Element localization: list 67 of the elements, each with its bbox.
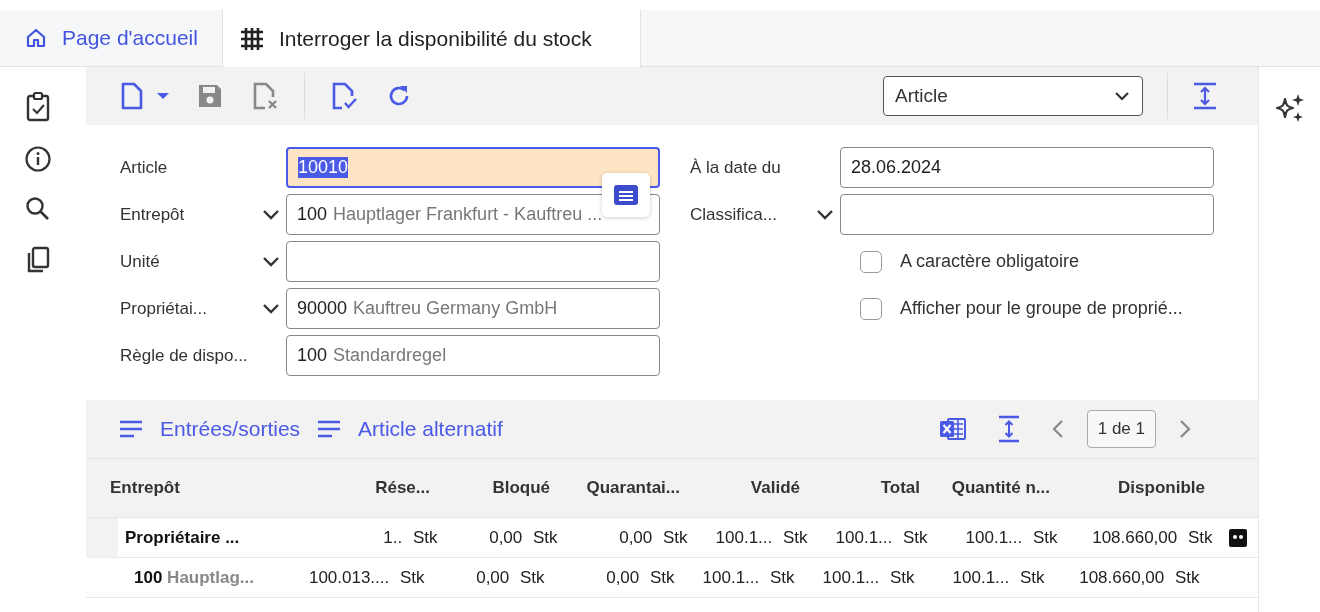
input-field[interactable]: 90000 Kauftreu Germany GmbH (286, 288, 660, 329)
column-header[interactable]: Quantité n... (951, 478, 1050, 497)
field-label: Entrepôt (120, 204, 186, 225)
table-cell-text: 100.1... Stk (822, 567, 916, 588)
clipboard-icon[interactable] (24, 91, 52, 123)
checkbox-label[interactable]: Afficher pour le groupe de proprié... (900, 298, 1183, 319)
column-header[interactable]: Total (880, 478, 920, 497)
lines-icon (316, 419, 343, 439)
field-label: À la date du (690, 157, 782, 178)
menu-link[interactable]: Entrées/sorties (118, 417, 301, 441)
table-cell-text: 1.. Stk (383, 527, 439, 548)
field-label: Règle de dispo... (120, 345, 249, 366)
info-icon[interactable] (24, 145, 52, 173)
table-cell-text: 100.1... Stk (965, 527, 1059, 548)
field-label: Classifica... (690, 204, 778, 225)
tab[interactable]: Interroger la disponibilité du stock (222, 10, 641, 67)
input-field[interactable] (840, 194, 1214, 235)
chevron-down-icon[interactable] (262, 302, 280, 315)
column-header[interactable]: Quarantai... (586, 478, 680, 497)
chevron-down-icon[interactable] (816, 208, 834, 221)
home-icon (24, 26, 48, 50)
input-field[interactable]: 10010 (286, 147, 660, 188)
column-header[interactable]: Rése... (375, 478, 430, 497)
column-header[interactable]: Validé (750, 478, 800, 497)
menu-link[interactable]: Article alternatif (316, 417, 503, 441)
grid-icon (238, 25, 265, 52)
view-select[interactable]: Article (883, 76, 1143, 116)
table-cell-text: 0,00 Stk (476, 567, 546, 588)
input-field[interactable]: 100 Hauptlager Frankfurt - Kauftreu ... (286, 194, 660, 235)
table-cell-text: 108.660,00 Stk (1092, 527, 1214, 548)
table-cell: Propriétaire ... (125, 527, 240, 548)
caret-icon[interactable] (156, 91, 170, 101)
column-header[interactable]: Disponible (1118, 478, 1205, 497)
table-cell-text: 0,00 Stk (489, 527, 559, 548)
details-button[interactable] (602, 173, 650, 217)
table-cell-text: 100.1... Stk (702, 567, 796, 588)
chevron-down-icon[interactable] (262, 255, 280, 268)
table-cell-text: 100.1... Stk (715, 527, 809, 548)
column-header[interactable]: Entrepôt (110, 478, 180, 497)
table-cell-text: 100.1... Stk (952, 567, 1046, 588)
input-field[interactable]: 100 Standardregel (286, 335, 660, 376)
list-icon (613, 184, 639, 206)
table-cell: 100 Hauptlag... (134, 567, 254, 588)
table-cell-text: 100.1... Stk (835, 527, 929, 548)
table-cell-text: 0,00 Stk (619, 527, 689, 548)
chevron-down-icon (1114, 91, 1130, 101)
table-cell-text: 100.013.... Stk (308, 567, 426, 588)
page-indicator: 1 de 1 (1086, 410, 1156, 448)
checkbox-label[interactable]: A caractère obligatoire (900, 251, 1080, 272)
checkbox[interactable] (860, 250, 882, 273)
checkbox[interactable] (860, 297, 882, 320)
table-cell-text: 0,00 Stk (606, 567, 676, 588)
save-icon[interactable] (196, 82, 224, 110)
chevron-down-icon[interactable] (262, 208, 280, 221)
chevron-left-icon[interactable] (1050, 419, 1065, 439)
lines-icon (118, 419, 144, 439)
field-label: Article (120, 157, 169, 178)
field-label: Propriétai... (120, 298, 208, 319)
expand-height-icon[interactable] (1192, 81, 1218, 111)
input-field[interactable] (286, 241, 660, 282)
field-label: Unité (120, 251, 161, 272)
input-field[interactable]: 28.06.2024 (840, 147, 1214, 188)
expand-height-icon[interactable] (996, 414, 1021, 444)
chevron-right-icon[interactable] (1178, 419, 1192, 439)
excel-icon[interactable] (938, 416, 967, 442)
column-header[interactable]: Bloqué (492, 478, 550, 497)
table-cell-text: 108.660,00 Stk (1079, 567, 1201, 588)
